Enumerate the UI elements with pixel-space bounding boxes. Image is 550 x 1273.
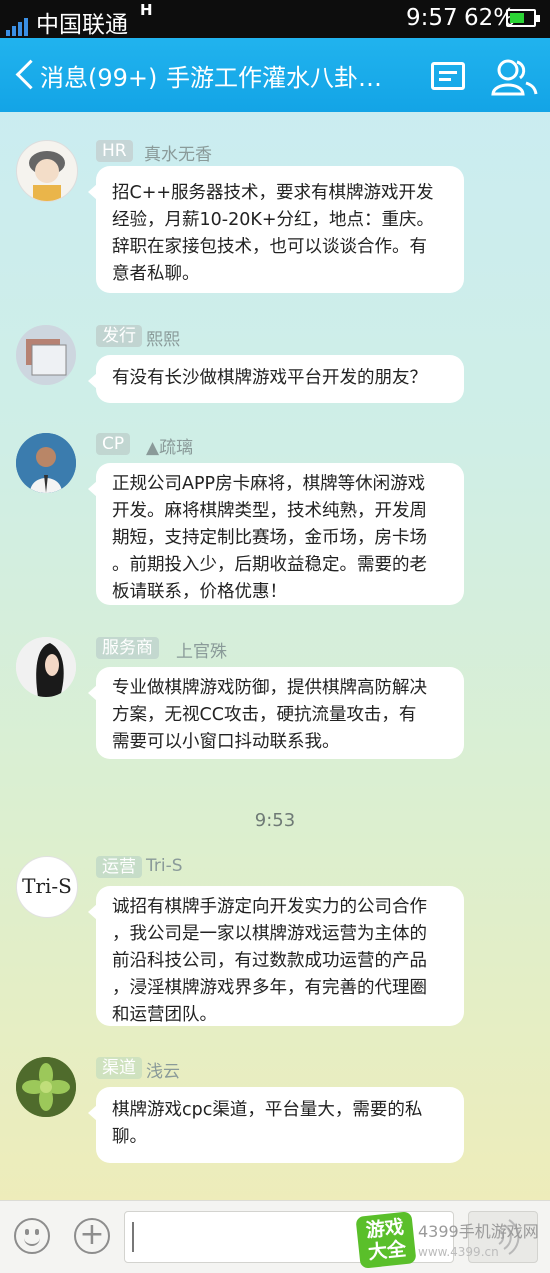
battery-icon (506, 9, 540, 27)
message-line: 和运营团队。 (112, 1005, 217, 1025)
message-bubble[interactable]: 有没有长沙做棋牌游戏平台开发的朋友？ (88, 355, 464, 403)
message-line: 经验，月薪10-20K+分红，地点：重庆。 (112, 210, 434, 230)
message-line: 辞职在家接包技术，也可以谈谈合作。有 (112, 237, 427, 257)
message-bubble[interactable]: 专业做棋牌游戏防御，提供棋牌高防解决 方案，无视CC攻击，硬抗流量攻击，有 需要… (88, 667, 464, 759)
message-line: 专业做棋牌游戏防御，提供棋牌高防解决 (112, 678, 427, 698)
message-line: 意者私聊。 (112, 264, 200, 284)
avatar[interactable] (16, 325, 76, 385)
emoji-icon[interactable] (14, 1218, 50, 1254)
avatar[interactable]: Tri-S (16, 856, 78, 918)
avatar[interactable] (16, 433, 76, 493)
message-line: 聊。 (112, 1127, 147, 1147)
avatar[interactable] (16, 1057, 76, 1117)
message-line: 方案，无视CC攻击，硬抗流量攻击，有 (112, 705, 417, 725)
watermark-site: 4399手机游戏网 (418, 1222, 539, 1241)
sender-name: 浅云 (146, 1062, 180, 1082)
back-button[interactable]: 消息(99+) (40, 58, 157, 93)
time-divider: 9:53 (254, 810, 296, 831)
watermark-logo: 游戏 大全 (355, 1211, 417, 1269)
message-line: 板请联系，价格优惠！ (112, 582, 287, 602)
sender-name: Tri-S (146, 856, 183, 876)
message-bubble[interactable]: 正规公司APP房卡麻将，棋牌等休闲游戏 开发。麻将棋牌类型，技术纯熟，开发周 期… (88, 463, 464, 605)
message-bubble[interactable]: 诚招有棋牌手游定向开发实力的公司合作 ，我公司是一家以棋牌游戏运营为主体的 前沿… (88, 886, 464, 1026)
member-tag: 服务商 (96, 637, 159, 659)
message-line: 。前期投入少，后期收益稳定。需要的老 (112, 555, 427, 575)
notice-icon[interactable] (431, 62, 465, 90)
sender-name: 上官殊 (176, 642, 227, 662)
member-tag: 发行 (96, 325, 142, 347)
message-line: 招C++服务器技术，要求有棋牌游戏开发 (112, 183, 434, 203)
avatar[interactable] (16, 637, 76, 697)
members-icon[interactable] (490, 56, 538, 96)
avatar[interactable] (16, 140, 78, 202)
message-bubble[interactable]: 招C++服务器技术，要求有棋牌游戏开发 经验，月薪10-20K+分红，地点：重庆… (88, 166, 464, 293)
watermark-text: 4399手机游戏网 www.4399.cn (418, 1222, 539, 1262)
message-line: ，我公司是一家以棋牌游戏运营为主体的 (112, 924, 427, 944)
sender-name: 熙熙 (146, 330, 180, 350)
network-type: H (140, 1, 153, 19)
message-line: 正规公司APP房卡麻将，棋牌等休闲游戏 (112, 474, 426, 494)
watermark-logo-line: 大全 (367, 1238, 408, 1264)
message-line: 棋牌游戏cpc渠道，平台量大，需要的私 (112, 1100, 423, 1120)
message-line: ，浸淫棋牌游戏界多年，有完善的代理圈 (112, 978, 427, 998)
carrier-name: 中国联通 (36, 12, 128, 38)
group-title: 手游工作灌水八卦… (166, 64, 382, 92)
sender-name: 真水无香 (144, 145, 212, 165)
plus-icon[interactable]: + (74, 1218, 110, 1254)
message-line: 需要可以小窗口抖动联系我。 (112, 732, 340, 752)
member-tag: 渠道 (96, 1057, 142, 1079)
chat-header: 消息(99+) 手游工作灌水八卦… (0, 38, 550, 112)
message-line: 开发。麻将棋牌类型，技术纯熟，开发周 (112, 501, 427, 521)
member-tag: CP (96, 433, 131, 455)
message-line: 前沿科技公司，有过数款成功运营的产品 (112, 951, 427, 971)
member-tag: 运营 (96, 856, 142, 878)
member-tag: HR (96, 140, 133, 162)
message-line: 期短，支持定制比赛场，金币场，房卡场 (112, 528, 427, 548)
status-bar: 中国联通 H 9:57 62% (0, 0, 550, 38)
message-line: 有没有长沙做棋牌游戏平台开发的朋友？ (112, 368, 427, 388)
watermark-url: www.4399.cn (418, 1245, 499, 1259)
signal-icon (6, 10, 30, 36)
message-line: 诚招有棋牌手游定向开发实力的公司合作 (112, 897, 427, 917)
clock: 9:57 (406, 5, 458, 31)
sender-name: ▲疏璃 (146, 438, 194, 458)
message-bubble[interactable]: 棋牌游戏cpc渠道，平台量大，需要的私 聊。 (88, 1087, 464, 1163)
